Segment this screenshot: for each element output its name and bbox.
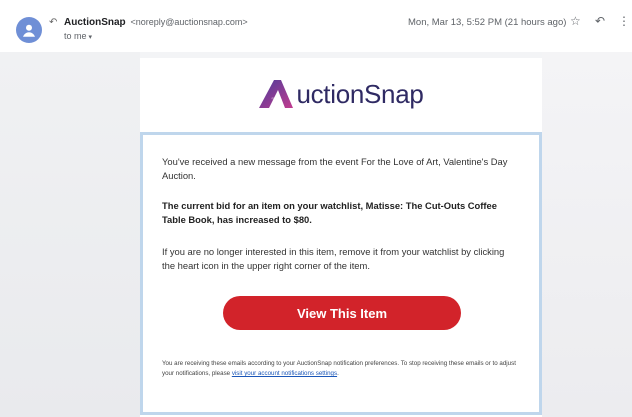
background-right-panel (542, 0, 632, 417)
timestamp: Mon, Mar 13, 5:52 PM (21 hours ago) (408, 17, 567, 28)
recipient-toggle[interactable]: to me ▾ (64, 31, 92, 41)
background-left-panel (0, 0, 140, 417)
more-vertical-icon[interactable]: ⋮ (618, 14, 630, 28)
logo-text: uctionSnap (296, 78, 424, 109)
footer-end: . (337, 370, 339, 377)
star-icon[interactable]: ☆ (570, 14, 581, 28)
person-icon (23, 24, 35, 37)
message-content: You've received a new message from the e… (140, 132, 542, 415)
notification-settings-link[interactable]: visit your account notifications setting… (232, 370, 337, 377)
sender-line: AuctionSnap <noreply@auctionsnap.com> (64, 17, 248, 28)
back-arrow-icon[interactable]: ↶ (49, 17, 57, 28)
to-me-label: to me (64, 31, 87, 41)
auctionsnap-logo: uctionSnap (140, 58, 542, 130)
sender-name[interactable]: AuctionSnap (64, 17, 126, 28)
logo-mark (259, 80, 294, 108)
view-item-button[interactable]: View This Item (223, 296, 461, 330)
chevron-down-icon: ▾ (88, 34, 93, 41)
bid-update-text: The current bid for an item on your watc… (162, 200, 497, 225)
sender-avatar (16, 17, 42, 43)
instruction-text: If you are no longer interested in this … (162, 246, 505, 271)
sender-email: <noreply@auctionsnap.com> (130, 17, 248, 27)
intro-text: You've received a new message from the e… (162, 156, 508, 181)
reply-icon[interactable]: ↶ (595, 14, 605, 28)
email-card: uctionSnap You've received a new message… (140, 58, 542, 417)
email-header: ↶ AuctionSnap <noreply@auctionsnap.com> … (0, 0, 632, 52)
notification-footer: You are receiving these emails according… (162, 359, 524, 379)
